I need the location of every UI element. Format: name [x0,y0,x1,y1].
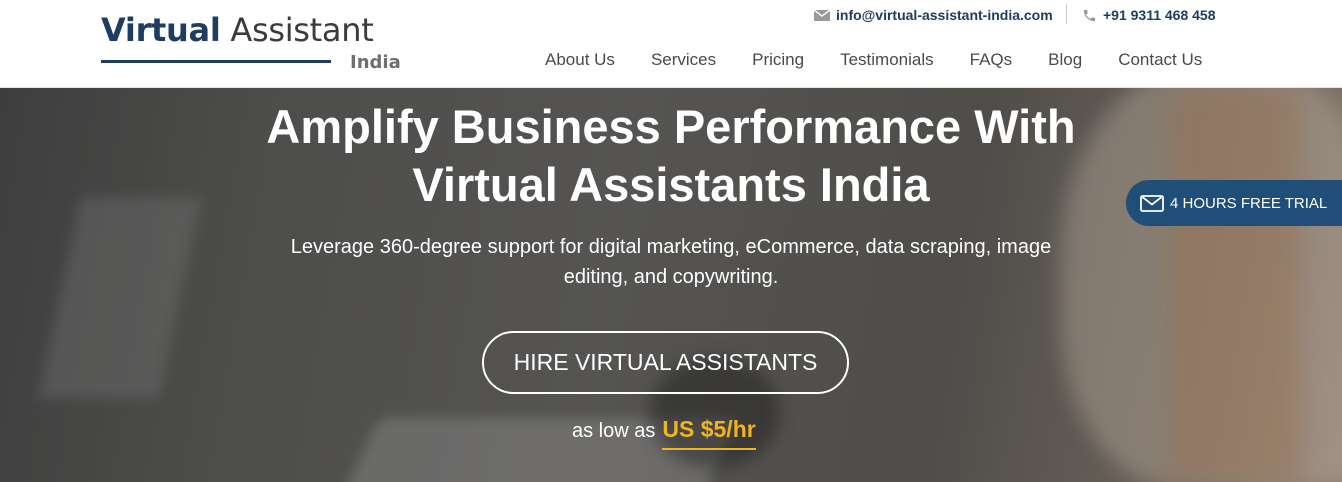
price-amount: US $5/hr [662,416,756,450]
hero-banner: Amplify Business Performance With Virtua… [0,88,1342,482]
hero-background-photo [38,198,202,398]
contact-email[interactable]: info@virtual-assistant-india.com [814,5,1053,25]
envelope-icon [814,9,830,21]
logo-word-virtual: Virtual [101,11,221,49]
site-header: Virtual Assistant India info@virtual-ass… [0,0,1342,88]
main-nav: About Us Services Pricing Testimonials F… [527,49,1220,71]
nav-services[interactable]: Services [633,49,734,71]
nav-faqs[interactable]: FAQs [952,49,1031,71]
free-trial-label: 4 HOURS FREE TRIAL [1170,194,1328,212]
price-tagline: as low as US $5/hr [572,416,756,456]
logo-text: Virtual Assistant [101,10,374,50]
contact-phone-text: +91 9311 468 458 [1103,7,1216,23]
hire-virtual-assistants-button[interactable]: HIRE VIRTUAL ASSISTANTS [482,331,849,394]
contact-divider [1066,4,1067,24]
logo-subtext: India [350,52,401,73]
hero-subtitle: Leverage 360-degree support for digital … [221,232,1121,292]
price-prefix: as low as [572,420,656,442]
nav-testimonials[interactable]: Testimonials [822,49,952,71]
hero-subtitle-line1: Leverage 360-degree support for digital … [290,236,1052,258]
free-trial-tab[interactable]: 4 HOURS FREE TRIAL [1126,180,1342,226]
hero-title-line1: Amplify Business Performance With [266,100,1076,153]
nav-about-us[interactable]: About Us [527,49,633,71]
logo-word-assistant: Assistant [230,11,374,49]
logo-underline [101,60,331,63]
contact-email-text: info@virtual-assistant-india.com [836,7,1053,23]
envelope-icon [1140,194,1164,212]
hero-title-line2: Virtual Assistants India [412,158,930,211]
hero-subtitle-line2: editing, and copywriting. [563,266,779,288]
nav-blog[interactable]: Blog [1030,49,1100,71]
phone-icon [1083,9,1096,21]
contact-phone[interactable]: +91 9311 468 458 [1082,5,1216,25]
hero-title: Amplify Business Performance With Virtua… [171,98,1171,214]
nav-contact-us[interactable]: Contact Us [1100,49,1220,71]
site-logo[interactable]: Virtual Assistant India [101,10,406,74]
nav-pricing[interactable]: Pricing [734,49,822,71]
hero-bg-shape [1170,88,1300,482]
